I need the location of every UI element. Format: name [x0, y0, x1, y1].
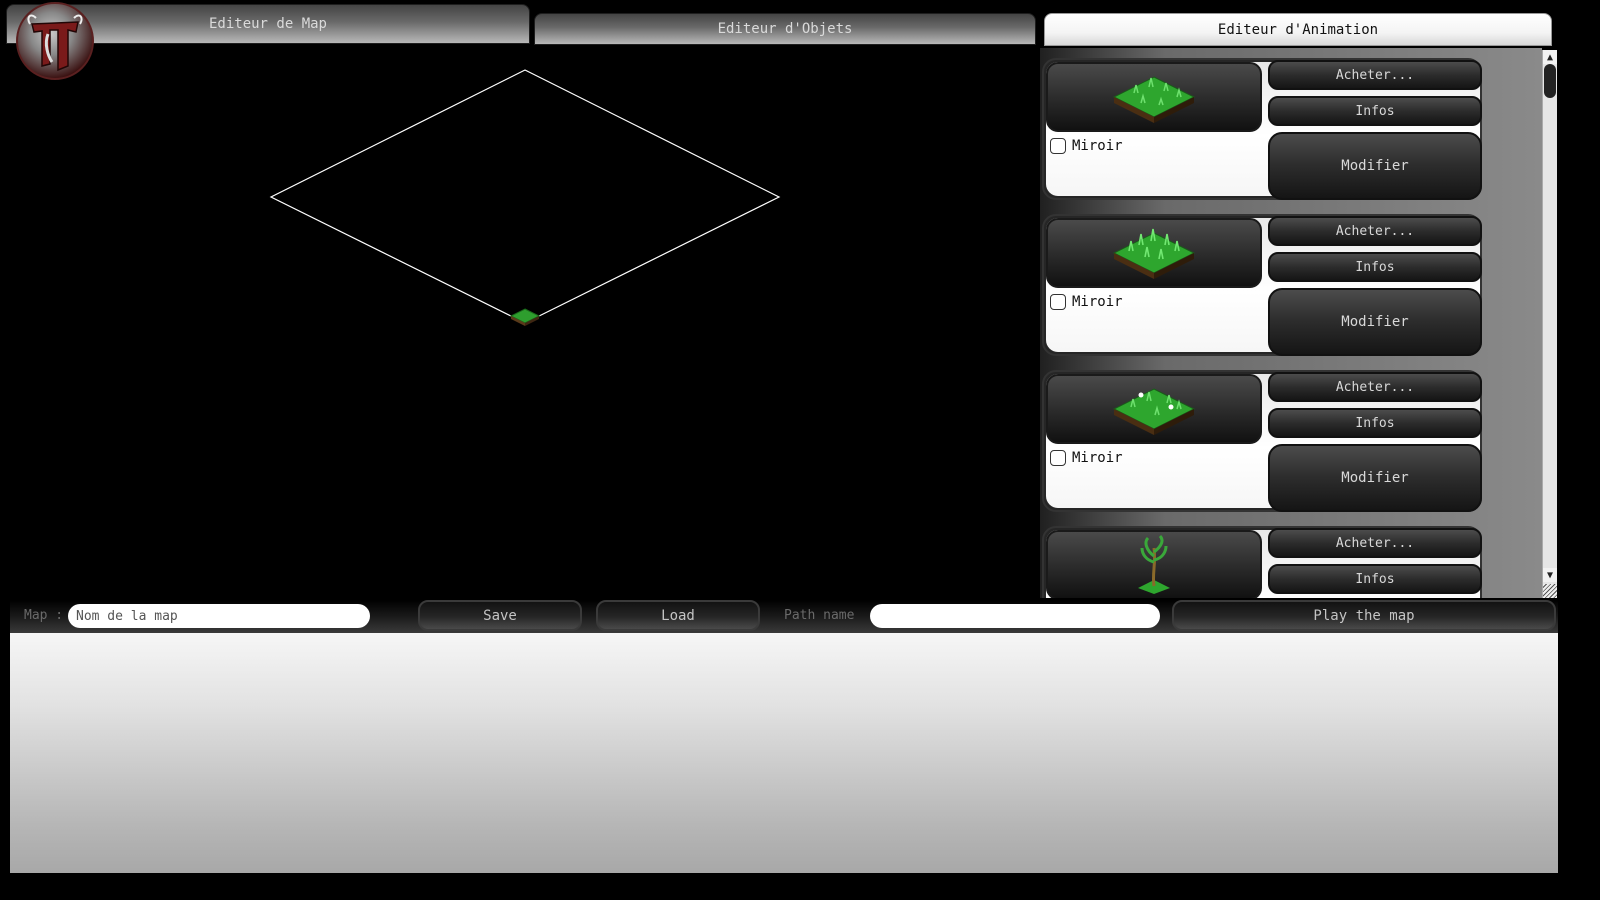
scroll-thumb[interactable]	[1544, 64, 1556, 98]
object-thumbnail[interactable]	[1046, 374, 1262, 444]
scroll-up-icon[interactable]: ▲	[1543, 50, 1557, 64]
miroir-option[interactable]: Miroir	[1050, 294, 1123, 310]
object-list-scrollbar[interactable]: ▲ ▼	[1542, 50, 1557, 598]
tree-icon	[1138, 534, 1170, 594]
tab-object-editor[interactable]: Editeur d'Objets	[534, 13, 1036, 45]
buy-button[interactable]: Acheter...	[1268, 528, 1482, 558]
miroir-option[interactable]: Miroir	[1050, 138, 1123, 154]
map-canvas[interactable]	[10, 46, 1040, 598]
modify-button[interactable]: Modifier	[1268, 444, 1482, 512]
bottom-toolbar: Map : Save Load Path name Play the map	[10, 600, 1558, 633]
placed-grass-tile[interactable]	[509, 308, 541, 326]
miroir-checkbox[interactable]	[1050, 138, 1066, 154]
path-name-input[interactable]	[870, 604, 1160, 628]
miroir-option[interactable]: Miroir	[1050, 450, 1123, 466]
bottom-info-panel	[10, 633, 1558, 873]
info-button[interactable]: Infos	[1268, 96, 1482, 126]
path-name-label: Path name	[784, 608, 855, 623]
grass-tile-icon	[1112, 76, 1196, 123]
stag-crest-logo	[16, 2, 94, 80]
object-list-panel[interactable]: Miroir Acheter... Infos Modifier Miroir …	[1040, 48, 1542, 598]
resize-grip-icon[interactable]	[1543, 584, 1557, 598]
iso-grid	[269, 69, 781, 326]
buy-button[interactable]: Acheter...	[1268, 372, 1482, 402]
object-card: Miroir Acheter... Infos Modifier	[1042, 214, 1482, 356]
object-thumbnail[interactable]	[1046, 530, 1262, 598]
modify-button[interactable]: Modifier	[1268, 288, 1482, 356]
map-name-input[interactable]	[68, 604, 370, 628]
miroir-label: Miroir	[1072, 294, 1123, 310]
miroir-checkbox[interactable]	[1050, 450, 1066, 466]
modify-button[interactable]: Modifier	[1268, 132, 1482, 200]
map-boundary	[269, 69, 781, 324]
miroir-checkbox[interactable]	[1050, 294, 1066, 310]
object-thumbnail[interactable]	[1046, 62, 1262, 132]
map-name-label: Map :	[24, 608, 64, 623]
grass-tile-flowers-icon	[1112, 388, 1196, 435]
info-button[interactable]: Infos	[1268, 564, 1482, 594]
buy-button[interactable]: Acheter...	[1268, 216, 1482, 246]
grass-tile-tall-icon	[1112, 228, 1196, 279]
info-button[interactable]: Infos	[1268, 408, 1482, 438]
tab-animation-editor[interactable]: Editeur d'Animation	[1044, 13, 1552, 46]
object-thumbnail[interactable]	[1046, 218, 1262, 288]
load-button[interactable]: Load	[596, 600, 760, 631]
miroir-label: Miroir	[1072, 138, 1123, 154]
buy-button[interactable]: Acheter...	[1268, 60, 1482, 90]
object-card: Acheter... Infos	[1042, 526, 1482, 598]
miroir-label: Miroir	[1072, 450, 1123, 466]
save-button[interactable]: Save	[418, 600, 582, 631]
info-button[interactable]: Infos	[1268, 252, 1482, 282]
object-card: Miroir Acheter... Infos Modifier	[1042, 370, 1482, 512]
play-map-button[interactable]: Play the map	[1172, 600, 1556, 631]
object-card: Miroir Acheter... Infos Modifier	[1042, 58, 1482, 200]
scroll-down-icon[interactable]: ▼	[1543, 568, 1557, 582]
